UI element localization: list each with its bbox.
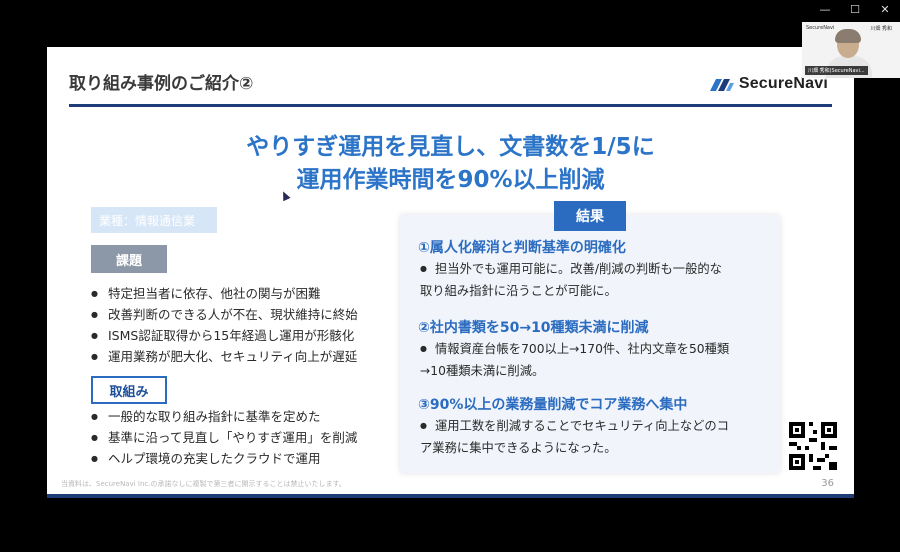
result-text-line: →10種類未満に削減。 — [420, 364, 545, 378]
footer-note: 当資料は、SecureNavi Inc.の承諾なしに複製で第三者に開示することは… — [61, 480, 346, 488]
actions-label: 取組み — [91, 376, 167, 404]
close-button[interactable]: ✕ — [870, 0, 900, 18]
participant-name-label: 川畑 秀和(SecureNavi... — [805, 66, 868, 75]
headline-line-1: やりすぎ運用を見直し、文書数を1/5に — [246, 134, 655, 160]
headline-line-2: 運用作業時間を90%以上削減 — [296, 167, 605, 193]
result-text-line: 担当外でも運用可能に。改善/削減の判断も一般的な — [434, 262, 722, 276]
result-heading-3: ③90%以上の業務量削減でコア業務へ集中 — [418, 397, 688, 413]
presentation-slide: 取り組み事例のご紹介② SecureNavi やりすぎ運用を見直し、文書数を1/… — [47, 47, 854, 498]
issues-list: 特定担当者に依存、他社の関与が困難 改善判断のできる人が不在、現状維持に終始 I… — [91, 283, 358, 367]
slide-title: 取り組み事例のご紹介② — [69, 74, 254, 94]
list-item: 一般的な取り組み指針に基準を定めた — [91, 406, 357, 427]
list-item: ヘルプ環境の充実したクラウドで運用 — [91, 448, 357, 469]
result-heading-2: ②社内書類を50→10種類未満に削減 — [418, 320, 649, 336]
industry-badge: 業種：情報通信業 — [91, 207, 217, 233]
list-item: 基準に沿って見直し「やりすぎ運用」を削減 — [91, 427, 357, 448]
slide-bottom-bar — [47, 494, 854, 498]
result-text-line: ア業務に集中できるようになった。 — [420, 441, 617, 455]
person-hair — [835, 29, 861, 43]
result-text-1: ● 担当外でも運用可能に。改善/削減の判断も一般的な 取り組み指針に沿うことが可能… — [420, 259, 722, 302]
minimize-button[interactable]: — — [810, 0, 840, 18]
result-text-2: ● 情報資産台帳を700以上→170件、社内文章を50種類 →10種類未満に削減。 — [420, 339, 729, 382]
participant-video[interactable]: SecureNavi 川畑 秀和 川畑 秀和(SecureNavi... — [802, 22, 900, 78]
list-item: 運用業務が肥大化、セキュリティ向上が遅延 — [91, 346, 358, 367]
result-heading-1: ①属人化解消と判断基準の明確化 — [418, 240, 626, 256]
page-number: 36 — [821, 478, 834, 489]
qr-code-icon — [789, 422, 837, 470]
result-text-line: 取り組み指針に沿うことが可能に。 — [420, 284, 617, 298]
list-item: 特定担当者に依存、他社の関与が困難 — [91, 283, 358, 304]
list-item: 改善判断のできる人が不在、現状維持に終始 — [91, 304, 358, 325]
window-controls: — ☐ ✕ — [810, 0, 900, 18]
securenavi-logo-icon — [709, 79, 734, 91]
results-label: 結果 — [554, 201, 626, 231]
result-text-line: 情報資産台帳を700以上→170件、社内文章を50種類 — [434, 342, 730, 356]
list-item: ISMS認証取得から15年経過し運用が形骸化 — [91, 325, 358, 346]
title-divider — [69, 104, 832, 107]
result-text-line: 運用工数を削減することでセキュリティ向上などのコ — [434, 419, 730, 433]
result-text-3: ● 運用工数を削減することでセキュリティ向上などのコ ア業務に集中できるようになっ… — [420, 416, 729, 459]
tile-name: 川畑 秀和 — [870, 26, 892, 32]
actions-list: 一般的な取り組み指針に基準を定めた 基準に沿って見直し「やりすぎ運用」を削減 ヘ… — [91, 406, 357, 469]
maximize-button[interactable]: ☐ — [840, 0, 870, 18]
tile-logo: SecureNavi — [806, 25, 835, 31]
issues-label: 課題 — [91, 245, 167, 273]
